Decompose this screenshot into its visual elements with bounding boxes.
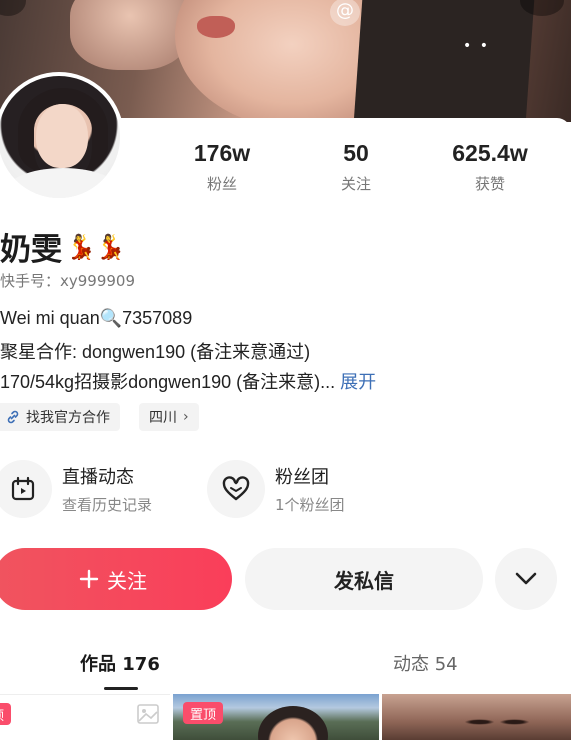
thumbnail-face: [462, 712, 532, 732]
official-cooperation-label: 找我官方合作: [26, 410, 110, 426]
stat-fans-value: 176w: [193, 140, 251, 166]
stat-following[interactable]: 50 关注: [296, 140, 416, 194]
avatar-shirt: [4, 168, 120, 198]
redaction-block: [353, 0, 535, 122]
stat-following-label: 关注: [340, 175, 371, 193]
stat-fans[interactable]: 176w 粉丝: [162, 140, 282, 194]
plus-icon: [79, 569, 99, 589]
bio-line-2: 聚星合作: dongwen190 (备注来意通过): [0, 342, 311, 362]
live-activity-entry[interactable]: 直播动态 查看历史记录: [0, 458, 152, 520]
cover-lips: [197, 16, 235, 38]
work-thumbnail[interactable]: 顶: [0, 694, 170, 740]
stat-likes-label: 获赞: [474, 175, 505, 193]
calendar-icon: [0, 460, 52, 518]
stat-following-value: 50: [343, 140, 369, 166]
follow-button[interactable]: 关注: [0, 548, 232, 610]
chevron-right-icon: ›: [183, 409, 189, 425]
tab-dynamic[interactable]: 动态 54: [393, 650, 458, 676]
bio-line-1: Wei mi quan🔍7357089: [0, 308, 193, 328]
live-activity-title: 直播动态: [62, 467, 134, 488]
stat-likes[interactable]: 625.4w 获赞: [430, 140, 550, 194]
thumbnail-person: [258, 706, 328, 740]
tab-works[interactable]: 作品 176: [80, 650, 160, 676]
pinned-badge-label: 顶: [0, 705, 4, 724]
region-chip[interactable]: 四川 ›: [139, 403, 199, 431]
stat-fans-label: 粉丝: [206, 175, 237, 193]
cover-hand: [70, 0, 190, 70]
stat-likes-value: 625.4w: [452, 140, 528, 166]
fan-group-title: 粉丝团: [275, 467, 329, 488]
image-icon: [137, 704, 159, 724]
region-label: 四川: [149, 410, 177, 426]
heart-outline-icon: [207, 460, 265, 518]
pinned-badge: 顶: [0, 703, 12, 725]
bio-line-3: 170/54kg招摄影dongwen190 (备注来意)... 展开: [0, 368, 376, 394]
work-thumbnail[interactable]: 置顶: [173, 694, 379, 740]
official-cooperation-chip[interactable]: 找我官方合作: [0, 403, 120, 431]
active-tab-indicator: [104, 687, 138, 690]
send-message-label: 发私信: [334, 570, 394, 593]
fan-group-entry[interactable]: 粉丝团 1个粉丝团: [207, 458, 345, 520]
profile-name-text: 奶雯: [0, 232, 62, 268]
send-message-button[interactable]: 发私信: [245, 548, 483, 610]
back-button[interactable]: [0, 0, 26, 16]
expand-more-button[interactable]: [495, 548, 557, 610]
bio-expand-link[interactable]: 展开: [340, 372, 376, 392]
kuaishou-id[interactable]: 快手号：xy999909: [0, 270, 135, 291]
live-activity-subtitle: 查看历史记录: [62, 496, 153, 514]
work-thumbnail[interactable]: [382, 694, 571, 740]
link-icon: [7, 410, 19, 424]
pinned-badge: 置顶: [183, 702, 224, 724]
bio-line-3-text: 170/54kg招摄影dongwen190 (备注来意)...: [0, 372, 336, 392]
avatar-face: [36, 104, 88, 168]
pinned-badge-label: 置顶: [190, 707, 217, 723]
more-options-icon[interactable]: • •: [463, 38, 490, 54]
fan-group-subtitle: 1个粉丝团: [275, 496, 345, 514]
follow-button-label: 关注: [107, 570, 147, 593]
chevron-down-icon: [515, 572, 537, 585]
profile-name: 奶雯 💃💃: [0, 224, 126, 269]
avatar[interactable]: [0, 72, 124, 202]
dancer-emoji-icon: 💃💃: [66, 232, 126, 261]
